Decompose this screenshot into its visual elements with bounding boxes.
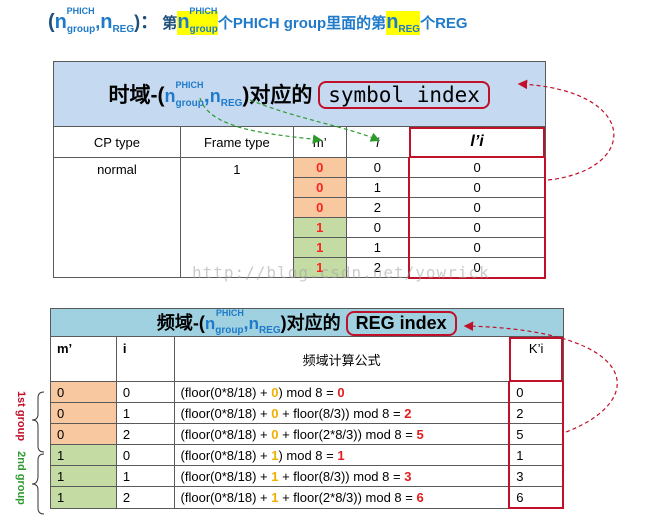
first-group-brace bbox=[31, 391, 45, 453]
arrow-title-to-i bbox=[249, 99, 381, 142]
second-group-brace bbox=[31, 453, 45, 515]
annotation-arrows bbox=[31, 79, 618, 515]
arrow-l-to-symbol-index bbox=[517, 79, 615, 181]
arrow-k-to-reg-index bbox=[463, 321, 618, 433]
